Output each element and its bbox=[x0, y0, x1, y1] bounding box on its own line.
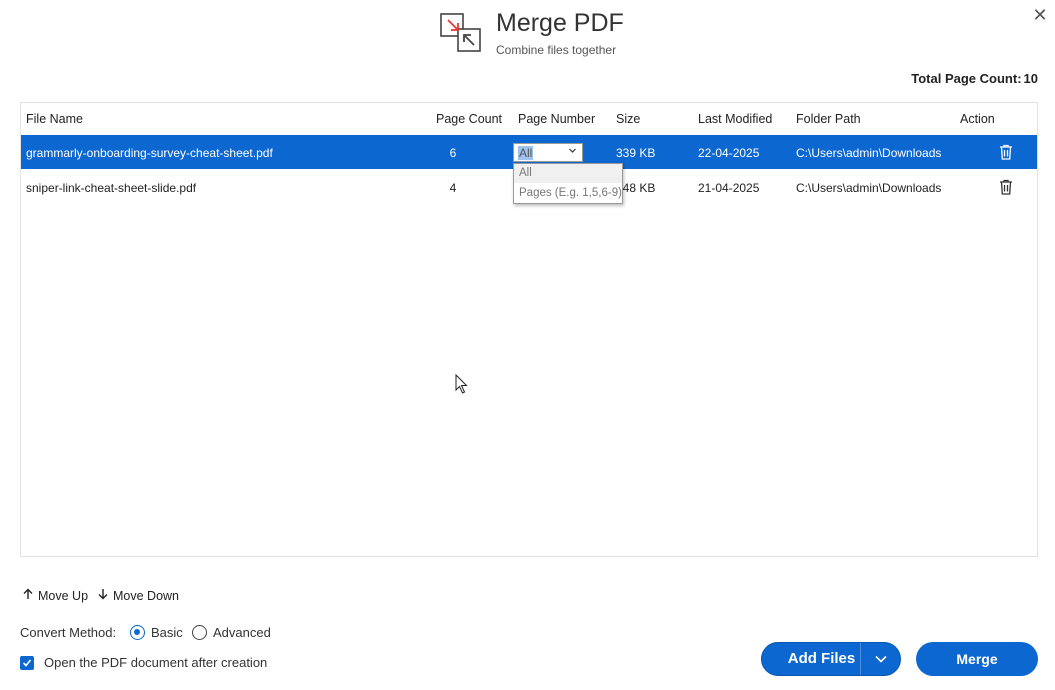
method-advanced-label: Advanced bbox=[213, 625, 271, 640]
folder-path-cell: C:\Users\admin\Downloads bbox=[796, 146, 942, 160]
column-header-page-count[interactable]: Page Count bbox=[436, 112, 502, 126]
add-files-button[interactable]: Add Files bbox=[762, 643, 861, 675]
file-name-cell: sniper-link-cheat-sheet-slide.pdf bbox=[26, 181, 197, 195]
merge-arrows-icon bbox=[440, 13, 481, 52]
column-header-size[interactable]: Size bbox=[616, 112, 640, 126]
column-header-action: Action bbox=[960, 112, 995, 126]
arrow-up-icon bbox=[23, 588, 33, 599]
move-up-label: Move Up bbox=[38, 589, 89, 603]
open-after-creation-checkbox[interactable]: Open the PDF document after creation bbox=[20, 655, 267, 670]
method-basic-label: Basic bbox=[151, 625, 183, 640]
last-modified-cell: 22-04-2025 bbox=[698, 146, 760, 160]
column-header-last-modified[interactable]: Last Modified bbox=[698, 112, 772, 126]
page-number-value: All bbox=[518, 146, 534, 160]
total-page-count-value: 10 bbox=[1023, 71, 1038, 86]
page-number-select[interactable]: All bbox=[513, 143, 583, 162]
merge-button[interactable]: Merge bbox=[916, 642, 1038, 676]
dialog-header: Merge PDF Combine files together ✕ bbox=[0, 0, 1055, 70]
column-header-folder-path[interactable]: Folder Path bbox=[796, 112, 861, 126]
column-header-page-number[interactable]: Page Number bbox=[518, 112, 595, 126]
chevron-down-icon bbox=[875, 655, 887, 663]
checkbox-checked-icon bbox=[20, 656, 34, 670]
page-number-dropdown: All Pages (E.g. 1,5,6-9) bbox=[513, 163, 623, 204]
page-count-cell: 4 bbox=[449, 181, 457, 195]
last-modified-cell: 21-04-2025 bbox=[698, 181, 760, 195]
total-page-count: Total Page Count: 10 bbox=[911, 71, 1038, 86]
trash-icon[interactable] bbox=[999, 179, 1013, 195]
page-count-cell: 6 bbox=[449, 146, 457, 160]
radio-empty-icon bbox=[192, 625, 207, 640]
dialog-title: Merge PDF bbox=[496, 9, 624, 37]
mouse-cursor-icon bbox=[455, 374, 468, 394]
add-files-split-button: Add Files bbox=[761, 642, 901, 676]
dropdown-option-pages[interactable]: Pages (E.g. 1,5,6-9) bbox=[514, 184, 622, 203]
radio-selected-icon bbox=[130, 625, 145, 640]
dropdown-option-all[interactable]: All bbox=[514, 164, 622, 183]
move-up-button[interactable]: Move Up bbox=[22, 588, 88, 603]
open-after-creation-label: Open the PDF document after creation bbox=[44, 655, 268, 670]
method-basic-radio[interactable]: Basic bbox=[130, 625, 183, 640]
convert-method-label: Convert Method: bbox=[20, 625, 117, 640]
dialog-subtitle: Combine files together bbox=[496, 43, 617, 57]
column-header-file-name[interactable]: File Name bbox=[26, 112, 83, 126]
chevron-down-icon bbox=[569, 148, 576, 153]
move-down-button[interactable]: Move Down bbox=[97, 588, 179, 603]
table-header: File Name Page Count Page Number Size La… bbox=[21, 103, 1037, 135]
close-icon[interactable]: ✕ bbox=[1030, 4, 1050, 26]
folder-path-cell: C:\Users\admin\Downloads bbox=[796, 181, 942, 195]
method-advanced-radio[interactable]: Advanced bbox=[192, 625, 271, 640]
add-files-dropdown-button[interactable] bbox=[861, 643, 901, 675]
arrow-down-icon bbox=[98, 589, 108, 600]
size-cell: 339 KB bbox=[616, 146, 656, 160]
total-page-count-label: Total Page Count: bbox=[911, 71, 1022, 86]
move-down-label: Move Down bbox=[113, 589, 179, 603]
trash-icon[interactable] bbox=[999, 144, 1013, 160]
file-name-cell: grammarly-onboarding-survey-cheat-sheet.… bbox=[26, 146, 273, 160]
